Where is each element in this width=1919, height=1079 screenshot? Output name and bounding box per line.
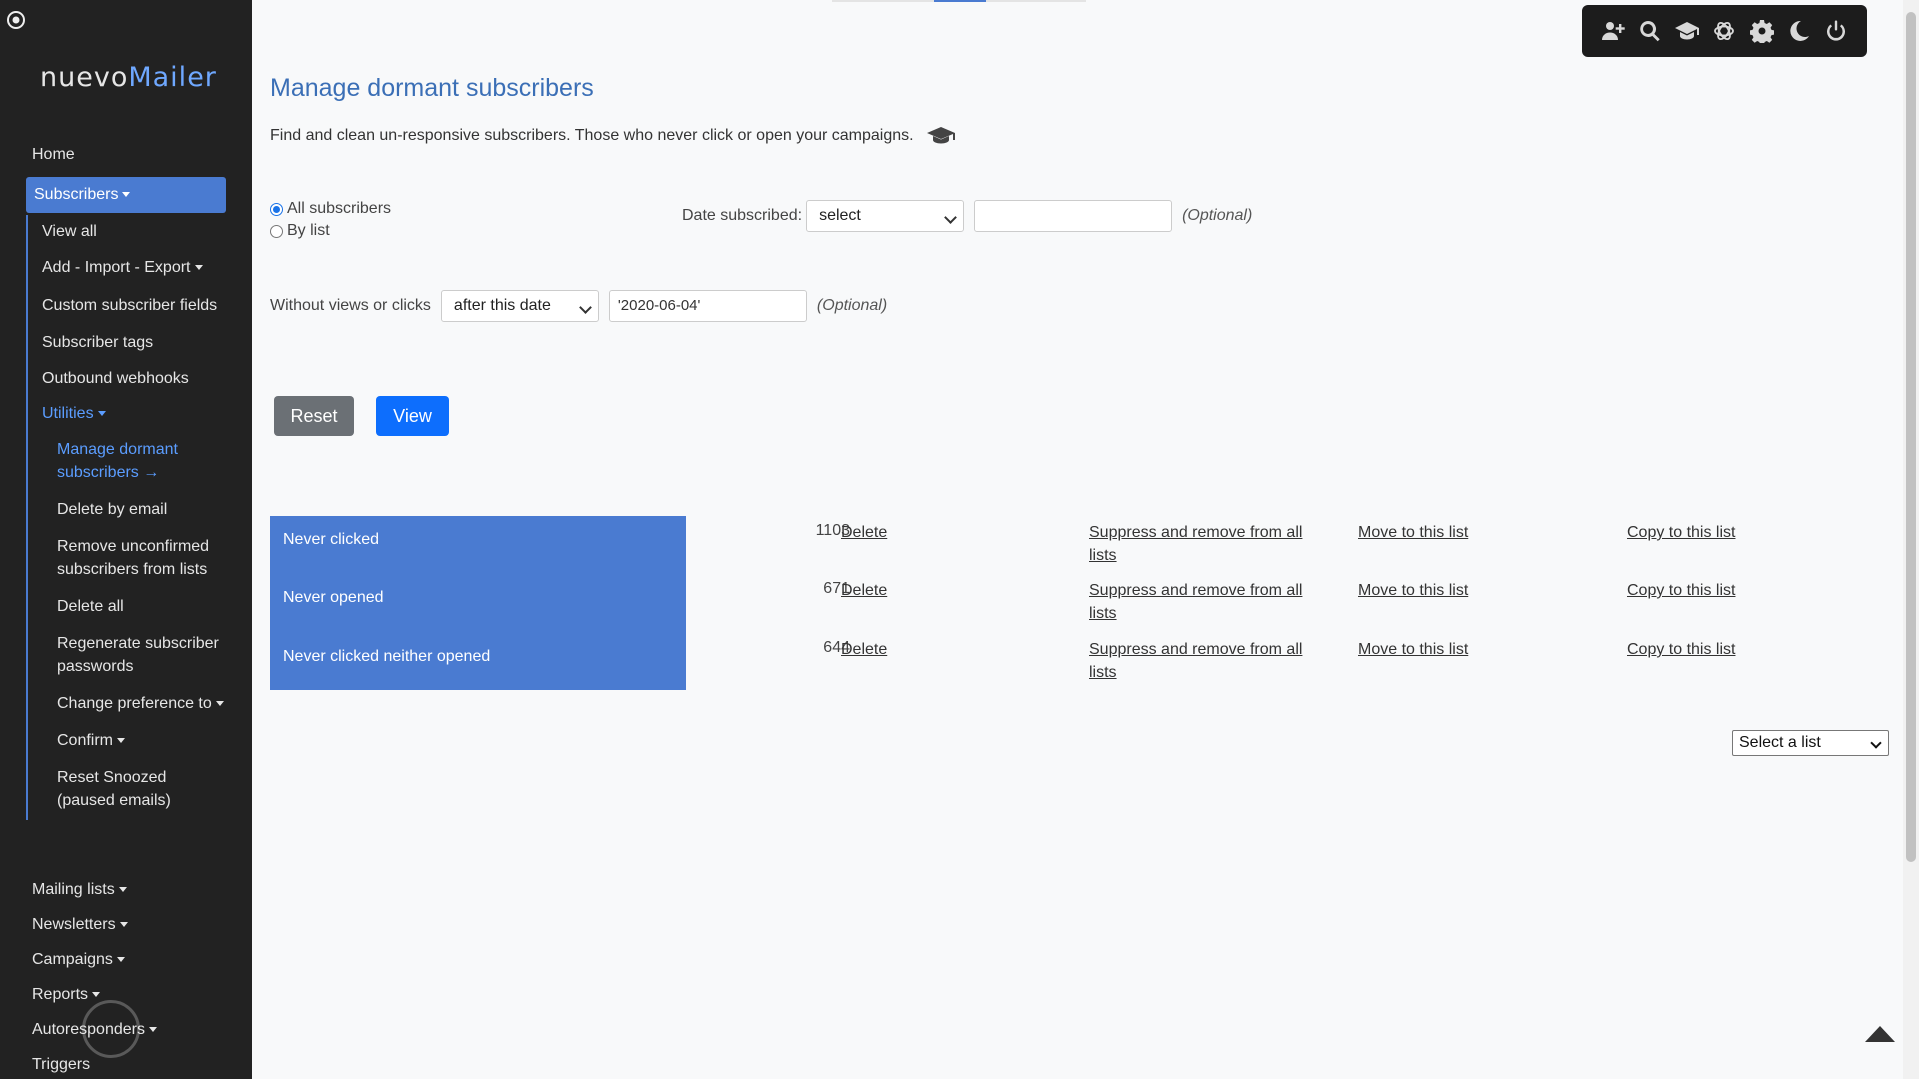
without-views-label: Without views or clicks xyxy=(270,297,431,314)
nav-newsletters[interactable]: Newsletters xyxy=(26,909,226,944)
main-nav: Home Subscribers View all Add - Import -… xyxy=(26,140,226,820)
delete-never-opened-link[interactable]: Delete xyxy=(841,579,887,602)
caret-down-icon xyxy=(215,701,224,707)
nav-subscriber-tags[interactable]: Subscriber tags xyxy=(42,326,226,362)
radio-all-button[interactable] xyxy=(270,202,283,216)
nav-mailing-lists[interactable]: Mailing lists xyxy=(26,874,226,909)
main-content: Manage dormant subscribers Find and clea… xyxy=(270,0,1890,1079)
stat-never-clicked: Never clicked xyxy=(283,531,380,548)
target-list-select[interactable]: Select a list xyxy=(1732,730,1889,756)
date-subscribed-row: Date subscribed: select (Optional) xyxy=(682,200,1252,232)
radio-all-subscribers[interactable]: All subscribers xyxy=(270,198,391,220)
brand-logo[interactable]: nuevoMailer xyxy=(40,62,217,93)
copy-never-opened-link[interactable]: Copy to this list xyxy=(1627,579,1735,602)
without-views-row: Without views or clicks after this date … xyxy=(270,290,887,322)
optional-note: (Optional) xyxy=(1182,207,1253,224)
page-title: Manage dormant subscribers xyxy=(270,74,594,102)
watermark-logo-icon xyxy=(82,1000,140,1058)
caret-down-icon xyxy=(148,1027,157,1033)
caret-down-icon xyxy=(118,887,127,893)
stat-never-clicked-opened: Never clicked neither opened xyxy=(283,648,491,665)
nav-view-all[interactable]: View all xyxy=(42,215,226,251)
move-never-clicked-link[interactable]: Move to this list xyxy=(1358,521,1468,544)
target-icon[interactable] xyxy=(6,10,26,30)
copy-never-clicked-opened-link[interactable]: Copy to this list xyxy=(1627,638,1735,661)
scroll-to-top-icon[interactable] xyxy=(1865,1026,1895,1042)
move-never-opened-link[interactable]: Move to this list xyxy=(1358,579,1468,602)
nav-home[interactable]: Home xyxy=(26,140,226,170)
caret-down-icon xyxy=(117,738,126,744)
caret-down-icon xyxy=(97,411,106,417)
without-views-select[interactable]: after this date xyxy=(440,290,599,322)
nav-change-preference[interactable]: Change preference to xyxy=(57,686,226,723)
caret-down-icon xyxy=(119,922,128,928)
chevron-down-icon xyxy=(579,301,592,314)
delete-never-clicked-link[interactable]: Delete xyxy=(841,521,887,544)
scope-radios: All subscribers By list xyxy=(270,198,391,242)
suppress-never-clicked-link[interactable]: Suppress and remove from all lists xyxy=(1089,521,1302,567)
nav-campaigns[interactable]: Campaigns xyxy=(26,944,226,979)
date-subscribed-select[interactable]: select xyxy=(806,200,965,232)
move-never-clicked-opened-link[interactable]: Move to this list xyxy=(1358,638,1468,661)
utilities-submenu: Manage dormant subscribers → Delete by e… xyxy=(42,432,226,820)
sidebar: nuevoMailer Home Subscribers View all Ad… xyxy=(0,0,252,1079)
caret-down-icon xyxy=(116,957,125,963)
nav-outbound-webhooks[interactable]: Outbound webhooks xyxy=(42,362,226,398)
nav-delete-all[interactable]: Delete all xyxy=(57,589,226,626)
nav-add-import-export[interactable]: Add - Import - Export xyxy=(42,251,226,287)
chevron-down-icon xyxy=(1870,737,1882,749)
view-button[interactable]: View xyxy=(376,396,449,436)
caret-down-icon xyxy=(92,992,101,998)
nav-regenerate-passwords[interactable]: Regenerate subscriber passwords xyxy=(57,626,226,686)
graduation-cap-icon[interactable] xyxy=(926,126,956,146)
radio-by-list-label: By list xyxy=(287,222,330,239)
without-views-date-input[interactable]: '2020-06-04' xyxy=(608,290,807,322)
suppress-never-clicked-opened-link[interactable]: Suppress and remove from all lists xyxy=(1089,638,1302,684)
radio-all-label: All subscribers xyxy=(287,200,392,217)
date-subscribed-input[interactable] xyxy=(974,200,1173,232)
nav-custom-fields[interactable]: Custom subscriber fields xyxy=(42,287,226,326)
radio-by-list[interactable]: By list xyxy=(270,220,391,242)
nav-remove-unconfirmed[interactable]: Remove unconfirmed subscribers from list… xyxy=(57,529,226,589)
suppress-never-opened-link[interactable]: Suppress and remove from all lists xyxy=(1089,579,1302,625)
delete-never-clicked-opened-link[interactable]: Delete xyxy=(841,638,887,661)
nav-subscribers[interactable]: Subscribers xyxy=(26,177,226,213)
caret-down-icon xyxy=(194,265,203,271)
nav-manage-dormant[interactable]: Manage dormant subscribers → xyxy=(57,432,226,492)
optional-note: (Optional) xyxy=(816,297,888,314)
stat-never-opened: Never opened xyxy=(283,589,384,606)
nav-reset-snoozed[interactable]: Reset Snoozed (paused emails) xyxy=(57,760,226,820)
chevron-down-icon xyxy=(944,211,957,224)
nav-delete-by-email[interactable]: Delete by email xyxy=(57,492,226,529)
date-subscribed-label: Date subscribed: xyxy=(682,207,803,224)
radio-by-list-button[interactable] xyxy=(270,224,283,238)
nav-utilities[interactable]: Utilities xyxy=(42,398,226,432)
caret-down-icon xyxy=(122,192,131,198)
page-scrollbar[interactable] xyxy=(1903,0,1919,1079)
copy-never-clicked-link[interactable]: Copy to this list xyxy=(1627,521,1735,544)
scrollbar-thumb[interactable] xyxy=(1906,12,1916,862)
subscribers-submenu: View all Add - Import - Export Custom su… xyxy=(26,215,226,820)
nav-confirm[interactable]: Confirm xyxy=(57,723,226,760)
reset-button[interactable]: Reset xyxy=(274,396,354,436)
page-description: Find and clean un-responsive subscribers… xyxy=(270,126,956,146)
dormant-stats-panel: Never clicked Never opened Never clicked… xyxy=(270,516,686,690)
